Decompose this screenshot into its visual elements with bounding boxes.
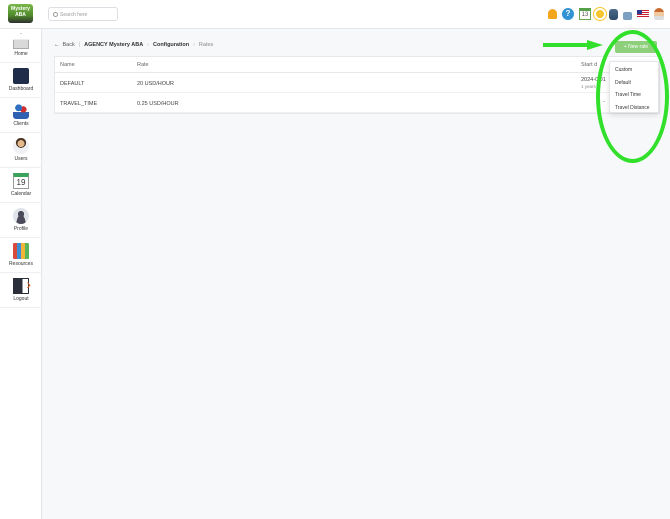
clients-icon xyxy=(13,103,29,119)
calendar-icon: 19 xyxy=(13,173,29,189)
sidebar-item-users[interactable]: Users xyxy=(0,134,42,168)
profile-icon xyxy=(13,208,29,224)
column-header-start-date[interactable]: Start d xyxy=(581,62,597,68)
breadcrumb-current: Rates xyxy=(198,42,214,48)
sidebar-item-resources[interactable]: Resources xyxy=(0,239,42,273)
back-link[interactable]: Back xyxy=(63,42,75,48)
breadcrumb-agency[interactable]: AGENCY Mystery ABA xyxy=(84,42,143,48)
sidebar-item-logout[interactable]: Logout xyxy=(0,274,42,308)
rate-value: 0.25 USD/HOUR xyxy=(137,101,179,107)
bell-icon[interactable] xyxy=(548,9,557,19)
table-header: Name Rate Start d xyxy=(55,57,659,73)
rate-name: DEFAULT xyxy=(60,81,85,87)
rate-value: 20 USD/HOUR xyxy=(137,81,174,87)
main-content: ← Back | AGENCY Mystery ABA › Configurat… xyxy=(43,29,670,519)
lock-icon[interactable] xyxy=(623,11,632,20)
column-header-name[interactable]: Name xyxy=(60,62,75,68)
database-icon[interactable] xyxy=(609,8,618,20)
column-header-rate[interactable]: Rate xyxy=(137,62,149,68)
breadcrumb: ← Back | AGENCY Mystery ABA › Configurat… xyxy=(54,42,214,48)
breadcrumb-configuration[interactable]: Configuration xyxy=(153,42,189,48)
users-icon xyxy=(13,138,29,154)
help-icon[interactable]: ? xyxy=(562,8,574,20)
sidebar-item-calendar[interactable]: 19 Calendar xyxy=(0,169,42,203)
app-logo[interactable]: Mystery ABA xyxy=(8,4,33,23)
rate-name: TRAVEL_TIME xyxy=(60,101,98,107)
sidebar-item-clients[interactable]: Clients xyxy=(0,99,42,133)
annotation-circle xyxy=(596,30,669,163)
annotation-arrow xyxy=(543,40,603,50)
dashboard-icon xyxy=(13,68,29,84)
sun-icon[interactable] xyxy=(596,10,604,18)
top-bar: Mystery ABA Search here ? 13 xyxy=(0,0,670,29)
top-icon-bar: ? 13 xyxy=(548,7,664,21)
home-icon xyxy=(13,33,29,49)
user-avatar-icon[interactable] xyxy=(654,8,664,20)
arrow-left-icon[interactable]: ← xyxy=(54,42,60,48)
sidebar-item-home[interactable]: Home xyxy=(0,29,42,63)
sidebar: Home Dashboard Clients Users 19 Calendar… xyxy=(0,29,42,519)
sidebar-item-dashboard[interactable]: Dashboard xyxy=(0,64,42,98)
table-row[interactable]: DEFAULT 20 USD/HOUR 2024-0 01 1 years xyxy=(55,73,659,93)
logout-icon xyxy=(13,276,31,294)
table-row[interactable]: TRAVEL_TIME 0.25 USD/HOUR - xyxy=(55,93,659,113)
rates-table: Name Rate Start d DEFAULT 20 USD/HOUR 20… xyxy=(54,56,660,114)
search-input[interactable]: Search here xyxy=(48,7,118,21)
calendar-icon[interactable]: 13 xyxy=(579,8,591,20)
sidebar-item-profile[interactable]: Profile xyxy=(0,204,42,238)
us-flag-icon[interactable] xyxy=(637,10,649,18)
search-icon xyxy=(53,12,58,17)
resources-icon xyxy=(13,243,29,259)
